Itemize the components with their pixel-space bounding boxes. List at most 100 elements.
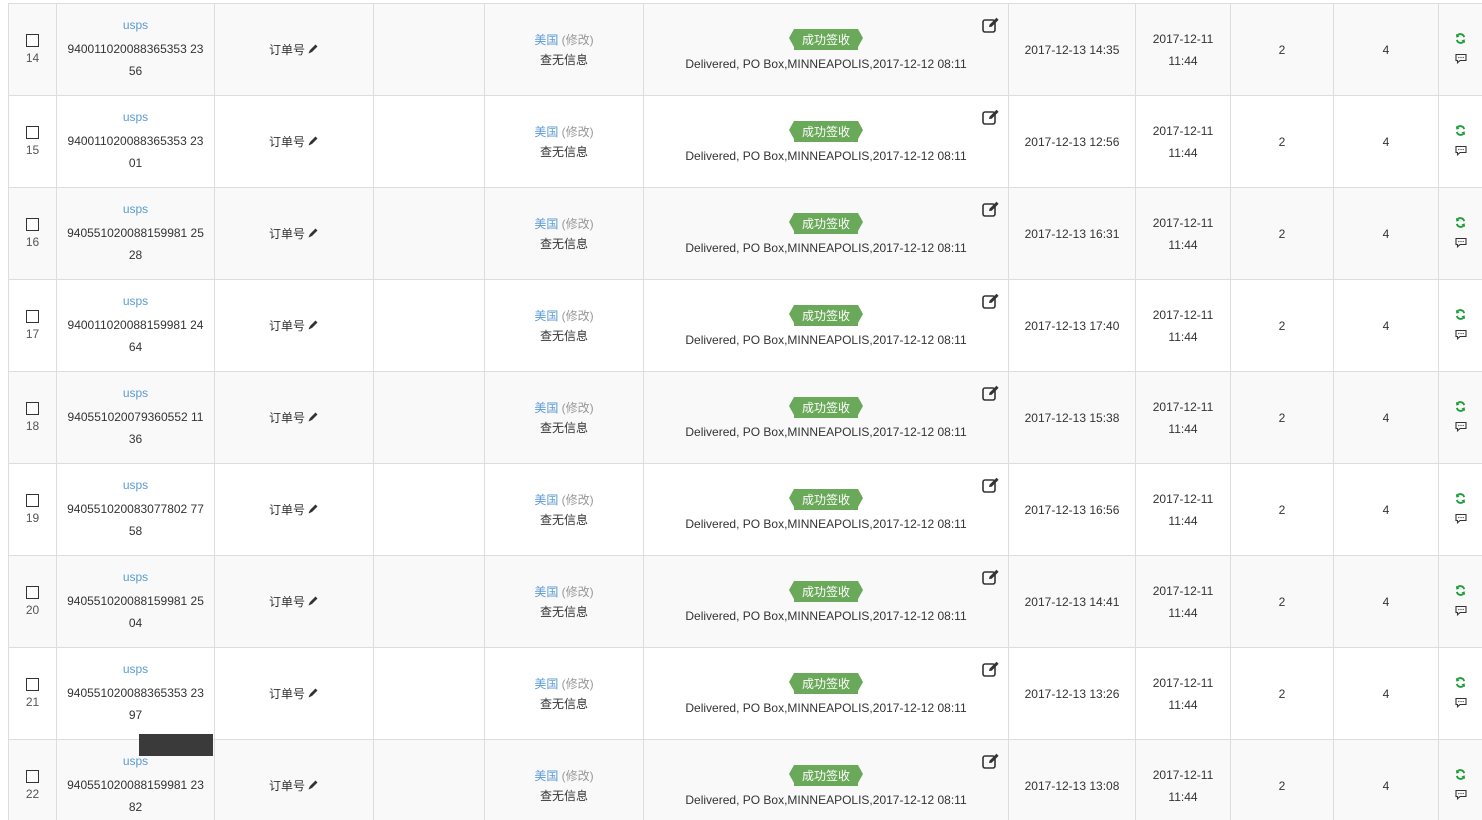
status-badge: 成功签收 [788, 672, 864, 694]
carrier-link[interactable]: usps [57, 570, 214, 584]
comment-icon[interactable] [1439, 421, 1482, 435]
updated-time: 2017-12-13 16:31 [1024, 226, 1120, 241]
order-number-edit[interactable]: 订单号 [269, 227, 319, 241]
carrier-link[interactable]: usps [57, 110, 214, 124]
row-checkbox[interactable] [26, 126, 39, 139]
pencil-icon[interactable] [307, 43, 319, 58]
carrier-link[interactable]: usps [57, 662, 214, 676]
modify-link[interactable]: (修改) [562, 33, 594, 47]
carrier-link[interactable]: usps [57, 478, 214, 492]
refresh-icon[interactable] [1439, 400, 1482, 415]
modify-link[interactable]: (修改) [562, 309, 594, 323]
pencil-icon[interactable] [307, 687, 319, 702]
country-link[interactable]: 美国 [534, 33, 558, 47]
modify-link[interactable]: (修改) [562, 217, 594, 231]
comment-icon[interactable] [1439, 53, 1482, 67]
country-link[interactable]: 美国 [534, 217, 558, 231]
country-link[interactable]: 美国 [534, 585, 558, 599]
country-link[interactable]: 美国 [534, 677, 558, 691]
row-checkbox[interactable] [26, 770, 39, 783]
pencil-icon[interactable] [307, 135, 319, 150]
carrier-link[interactable]: usps [57, 18, 214, 32]
row-checkbox[interactable] [26, 678, 39, 691]
modify-link[interactable]: (修改) [562, 769, 594, 783]
refresh-icon[interactable] [1439, 32, 1482, 47]
country-link[interactable]: 美国 [534, 769, 558, 783]
row-checkbox[interactable] [26, 494, 39, 507]
modify-link[interactable]: (修改) [562, 585, 594, 599]
carrier-link[interactable]: usps [57, 202, 214, 216]
refresh-icon[interactable] [1439, 216, 1482, 231]
row-checkbox[interactable] [26, 218, 39, 231]
pencil-icon[interactable] [307, 779, 319, 794]
comment-icon[interactable] [1439, 237, 1482, 251]
edit-icon[interactable] [982, 477, 1000, 496]
created-cell: 2017-12-11 11:44 [1135, 187, 1231, 280]
order-number-edit[interactable]: 订单号 [269, 779, 319, 793]
refresh-icon[interactable] [1439, 584, 1482, 599]
tracking-cell: usps 940551020088365353 23 97 [56, 647, 215, 740]
country-link[interactable]: 美国 [534, 401, 558, 415]
comment-icon[interactable] [1439, 513, 1482, 527]
refresh-icon[interactable] [1439, 492, 1482, 507]
created-time: 11:44 [1168, 605, 1198, 620]
country-link[interactable]: 美国 [534, 309, 558, 323]
pencil-icon[interactable] [307, 319, 319, 334]
country-link[interactable]: 美国 [534, 125, 558, 139]
refresh-icon[interactable] [1439, 308, 1482, 323]
status-detail: Delivered, PO Box,MINNEAPOLIS,2017-12-12… [685, 700, 967, 715]
order-number-edit[interactable]: 订单号 [269, 43, 319, 57]
order-number-edit[interactable]: 订单号 [269, 595, 319, 609]
tracking-number-part2: 56 [128, 63, 143, 78]
comment-icon[interactable] [1439, 605, 1482, 619]
no-info-text: 查无信息 [539, 53, 588, 67]
refresh-icon[interactable] [1439, 676, 1482, 691]
modify-link[interactable]: (修改) [562, 493, 594, 507]
pencil-icon[interactable] [307, 503, 319, 518]
row-index: 20 [25, 603, 40, 617]
pencil-icon[interactable] [307, 411, 319, 426]
edit-icon[interactable] [982, 109, 1000, 128]
row-checkbox[interactable] [26, 586, 39, 599]
empty-cell [373, 463, 485, 556]
edit-icon[interactable] [982, 569, 1000, 588]
select-cell: 22 [8, 739, 57, 820]
count-b: 4 [1382, 42, 1390, 57]
order-number-edit[interactable]: 订单号 [269, 319, 319, 333]
edit-icon[interactable] [982, 661, 1000, 680]
row-checkbox[interactable] [26, 310, 39, 323]
comment-icon[interactable] [1439, 145, 1482, 159]
edit-icon[interactable] [982, 753, 1000, 772]
order-number-edit[interactable]: 订单号 [269, 135, 319, 149]
status-detail: Delivered, PO Box,MINNEAPOLIS,2017-12-12… [685, 516, 967, 531]
comment-icon[interactable] [1439, 697, 1482, 711]
refresh-icon[interactable] [1439, 124, 1482, 139]
modify-link[interactable]: (修改) [562, 677, 594, 691]
pencil-icon[interactable] [307, 227, 319, 242]
row-checkbox[interactable] [26, 402, 39, 415]
edit-icon[interactable] [982, 17, 1000, 36]
pencil-icon[interactable] [307, 595, 319, 610]
table-row: 19 usps 940551020083077802 77 58 订单号 美国 (… [8, 463, 1482, 556]
carrier-link[interactable]: usps [57, 294, 214, 308]
order-number-edit[interactable]: 订单号 [269, 687, 319, 701]
created-time: 11:44 [1168, 329, 1198, 344]
edit-icon[interactable] [982, 293, 1000, 312]
order-number-edit[interactable]: 订单号 [269, 411, 319, 425]
count-b-cell: 4 [1333, 647, 1439, 740]
edit-icon[interactable] [982, 385, 1000, 404]
carrier-link[interactable]: usps [57, 386, 214, 400]
comment-icon[interactable] [1439, 329, 1482, 343]
order-number-edit[interactable]: 订单号 [269, 503, 319, 517]
row-checkbox[interactable] [26, 34, 39, 47]
modify-link[interactable]: (修改) [562, 125, 594, 139]
created-cell: 2017-12-11 11:44 [1135, 371, 1231, 464]
count-a: 2 [1278, 594, 1286, 609]
edit-icon[interactable] [982, 201, 1000, 220]
count-b: 4 [1382, 778, 1390, 793]
refresh-icon[interactable] [1439, 768, 1482, 783]
comment-icon[interactable] [1439, 789, 1482, 803]
modify-link[interactable]: (修改) [562, 401, 594, 415]
country-link[interactable]: 美国 [534, 493, 558, 507]
updated-cell: 2017-12-13 16:56 [1008, 463, 1136, 556]
